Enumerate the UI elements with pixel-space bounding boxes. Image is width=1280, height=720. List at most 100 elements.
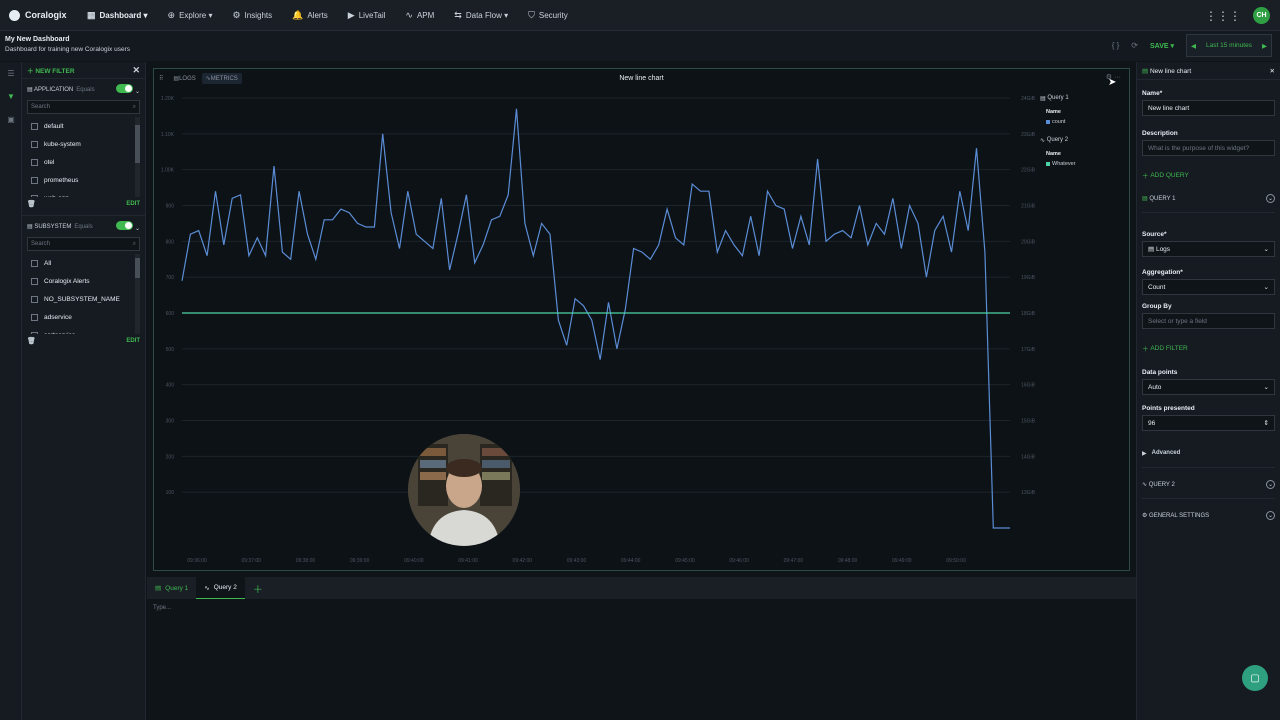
add-query-button[interactable]: ＋ ADD QUERY xyxy=(1142,170,1275,181)
save-button[interactable]: SAVE ▾ xyxy=(1150,42,1174,50)
trash-icon[interactable]: 🗑 xyxy=(27,337,36,345)
new-filter-button[interactable]: ＋ NEW FILTER xyxy=(27,65,75,75)
collapse-icon[interactable]: ⌄ xyxy=(1266,510,1275,520)
avatar[interactable]: CH xyxy=(1253,7,1270,24)
checkbox[interactable] xyxy=(31,122,38,130)
widget-icon[interactable]: ▣ xyxy=(0,115,22,131)
subsystem-filter-header: ▤ SUBSYSTEM Equals ⌄ xyxy=(27,220,140,232)
groupby-input[interactable]: Select or type a field xyxy=(1142,313,1275,329)
list-item-label: otel xyxy=(44,158,55,166)
nav-dashboard[interactable]: ▦ Dashboard ▾ xyxy=(87,10,148,21)
nav-livetail[interactable]: ▶ LiveTail xyxy=(348,10,386,21)
source-select[interactable]: ▤ Logs ⌄ xyxy=(1142,241,1275,257)
y-tick-label: 400 xyxy=(166,383,175,389)
list-item[interactable]: kube-system xyxy=(27,135,140,153)
query2-section[interactable]: ∿ QUERY 2 ⌄ xyxy=(1142,476,1275,492)
close-icon[interactable]: ✕ xyxy=(132,65,140,76)
refresh-icon[interactable]: ⟳ xyxy=(1131,41,1138,50)
checkbox[interactable] xyxy=(31,140,38,148)
checkbox[interactable] xyxy=(31,158,38,166)
scrollbar-thumb[interactable] xyxy=(135,258,140,278)
drag-handle-icon[interactable]: ⠿ xyxy=(159,75,163,82)
chevron-right-icon[interactable]: ▶ xyxy=(1262,42,1267,50)
widget-toolbar: ⠿ ▤ LOGS ∿ METRICS New line chart ⚙ ··· xyxy=(154,69,1129,88)
general-settings-section[interactable]: ⚙ GENERAL SETTINGS ⌄ xyxy=(1142,507,1275,523)
nav-dataflow[interactable]: ⇆ Data Flow ▾ xyxy=(454,10,508,21)
checkbox[interactable] xyxy=(31,295,38,303)
filter-icon[interactable]: ▼ xyxy=(0,92,22,108)
divider xyxy=(1142,498,1275,499)
nav-right: ⋮⋮⋮ CH xyxy=(1205,7,1270,24)
nav-alerts[interactable]: 🔔 Alerts xyxy=(292,10,328,21)
brand-logo[interactable]: Coralogix xyxy=(9,9,87,21)
nav-dataflow-label: Data Flow ▾ xyxy=(465,10,509,20)
list-item[interactable]: adservice xyxy=(27,308,140,326)
chevron-down-icon[interactable]: ⌄ xyxy=(135,89,140,95)
nav-explore[interactable]: ⊕ Explore ▾ xyxy=(168,10,213,21)
list-icon[interactable]: ☰ xyxy=(0,69,22,85)
chat-support-button[interactable]: ▢ xyxy=(1242,665,1268,691)
datapoints-value: Auto xyxy=(1148,383,1162,391)
subsystem-search-input[interactable]: Search ⌕ xyxy=(27,237,140,251)
application-search-input[interactable]: Search ⌕ xyxy=(27,100,140,114)
list-item[interactable]: All xyxy=(27,254,140,272)
checkbox[interactable] xyxy=(31,331,38,334)
application-toggle[interactable] xyxy=(116,83,134,93)
name-label: Name* xyxy=(1142,90,1163,97)
list-item[interactable]: default xyxy=(27,117,140,135)
points-stepper[interactable]: 96 ⇕ xyxy=(1142,415,1275,431)
application-edit-button[interactable]: EDIT xyxy=(126,201,140,207)
list-item[interactable]: prometheus xyxy=(27,171,140,189)
tab-logs[interactable]: ▤ LOGS xyxy=(169,73,199,84)
name-input[interactable]: New line chart xyxy=(1142,100,1275,116)
json-icon[interactable]: { } xyxy=(1112,41,1120,50)
checkbox[interactable] xyxy=(31,194,38,197)
nav-security[interactable]: ⛉ Security xyxy=(528,10,568,21)
legend-query1: ▤ Query 1 xyxy=(1040,93,1130,103)
query1-section[interactable]: ▤ QUERY 1 ⌄ xyxy=(1142,190,1275,206)
checkbox[interactable] xyxy=(31,176,38,184)
list-item[interactable]: web-app xyxy=(27,189,140,197)
stepper-icon[interactable]: ⇕ xyxy=(1264,419,1269,427)
subsystem-edit-button[interactable]: EDIT xyxy=(126,338,140,344)
list-item[interactable]: cartservice xyxy=(27,326,140,334)
close-icon[interactable]: ✕ xyxy=(1270,67,1275,75)
time-range-picker[interactable]: ◀ Last 15 minutes ▶ xyxy=(1186,34,1272,57)
scrollbar[interactable] xyxy=(135,117,140,197)
tab-metrics[interactable]: ∿ METRICS xyxy=(201,73,242,84)
query-editor[interactable]: Type... xyxy=(147,599,1136,720)
apps-grid-icon[interactable]: ⋮⋮⋮ xyxy=(1205,9,1241,23)
y-tick-label: 1.00K xyxy=(161,168,175,174)
legend-series-count[interactable]: count xyxy=(1046,119,1130,125)
subsystem-list: All Coralogix Alerts NO_SUBSYSTEM_NAME a… xyxy=(27,254,140,334)
scrollbar[interactable] xyxy=(135,254,140,334)
advanced-section[interactable]: ▶ Advanced xyxy=(1142,445,1275,461)
list-item[interactable]: otel xyxy=(27,153,140,171)
nav-apm[interactable]: ∿ APM xyxy=(405,10,434,21)
aggregation-select[interactable]: Count ⌄ xyxy=(1142,279,1275,295)
datapoints-select[interactable]: Auto ⌄ xyxy=(1142,379,1275,395)
scrollbar-thumb[interactable] xyxy=(135,125,140,163)
chevron-down-icon: ⌄ xyxy=(1263,246,1269,253)
checkbox[interactable] xyxy=(31,277,38,285)
tab-query-1[interactable]: ▤ Query 1 xyxy=(147,577,196,599)
collapse-icon[interactable]: ⌄ xyxy=(1266,479,1275,489)
chevron-left-icon[interactable]: ◀ xyxy=(1191,42,1196,50)
checkbox[interactable] xyxy=(31,313,38,321)
tab-query-2[interactable]: ∿ Query 2 xyxy=(196,577,245,599)
add-query-tab-button[interactable]: ＋ xyxy=(253,581,263,596)
chevron-down-icon[interactable]: ⌄ xyxy=(135,226,140,232)
name-value: New line chart xyxy=(1148,104,1190,112)
checkbox[interactable] xyxy=(31,259,38,267)
description-input[interactable]: What is the purpose of this widget? xyxy=(1142,140,1275,156)
x-tick-label: 09:38:00 xyxy=(296,558,316,564)
collapse-icon[interactable]: ⌄ xyxy=(1266,193,1275,203)
source-value: Logs xyxy=(1155,246,1171,253)
trash-icon[interactable]: 🗑 xyxy=(27,200,36,208)
list-item[interactable]: NO_SUBSYSTEM_NAME xyxy=(27,290,140,308)
list-item[interactable]: Coralogix Alerts xyxy=(27,272,140,290)
subsystem-toggle[interactable] xyxy=(116,220,134,230)
legend-series-whatever[interactable]: Whatever xyxy=(1046,161,1130,167)
nav-insights[interactable]: ⚙ Insights xyxy=(232,10,272,21)
add-filter-button[interactable]: ＋ ADD FILTER xyxy=(1142,343,1275,354)
